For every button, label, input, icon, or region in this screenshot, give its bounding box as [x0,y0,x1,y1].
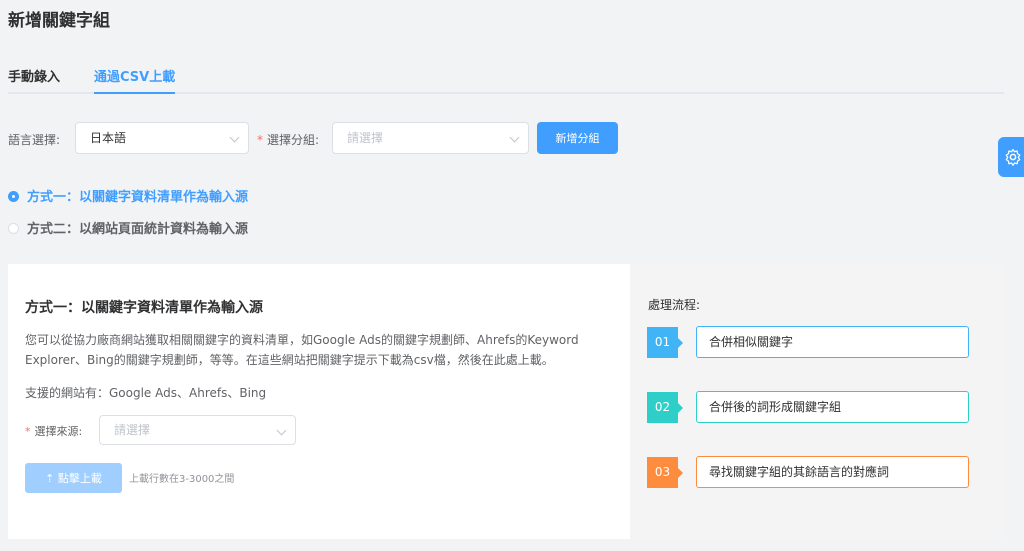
group-select-placeholder: 請選擇 [347,131,384,145]
step-box-2: 合併後的詞形成關鍵字組 [696,391,969,423]
process-title: 處理流程: [648,298,701,312]
radio-unchecked-icon [8,223,19,234]
radio-method-one-label: 方式一：以關鍵字資料清單作為輸入源 [27,190,249,205]
group-label: * 選擇分組: [257,133,320,147]
add-group-button[interactable]: 新增分組 [537,122,618,154]
step-number-1: 01 [647,327,683,358]
source-select[interactable]: 請選擇 [99,415,296,445]
gear-icon [1005,148,1021,166]
language-label: 語言選擇: [8,133,61,147]
language-select[interactable]: 日本語 [75,122,249,154]
tab-manual-entry[interactable]: 手動錄入 [8,66,60,94]
required-asterisk: * [25,425,31,438]
upload-arrow-icon: ⇡ [45,472,55,485]
panel-title: 方式一：以關鍵字資料清單作為輸入源 [25,300,263,316]
source-select-placeholder: 請選擇 [114,423,151,437]
tab-bar: 手動錄入 通過CSV上載 [8,66,1004,94]
step-box-3: 尋找關鍵字組的其餘語言的對應詞 [696,456,969,488]
panel-description: 您可以從協力廠商網站獲取相關關鍵字的資料清單，如Google Ads的關鍵字規劃… [25,333,579,367]
step-box-1: 合併相似關鍵字 [696,326,969,358]
radio-checked-icon [8,191,19,202]
required-asterisk: * [257,133,263,147]
chevron-down-icon [229,132,240,143]
settings-side-button[interactable] [998,137,1024,177]
tab-csv-upload[interactable]: 通過CSV上載 [94,66,176,94]
radio-method-two[interactable]: 方式二：以網站頁面統計資料為輸入源 [8,218,248,237]
upload-hint: 上載行數在3-3000之間 [129,474,235,485]
process-panel: 處理流程: 01 合併相似關鍵字 02 合併後的詞形成關鍵字組 03 尋找關鍵字… [630,264,1004,539]
chevron-down-icon [509,132,520,143]
method-panel: 方式一：以關鍵字資料清單作為輸入源 您可以從協力廠商網站獲取相關關鍵字的資料清單… [8,264,1004,539]
radio-method-two-label: 方式二：以網站頁面統計資料為輸入源 [27,222,249,237]
group-select[interactable]: 請選擇 [332,122,529,154]
supported-sites-text: 支援的網站有：Google Ads、Ahrefs、Bing [25,386,267,400]
step-number-2: 02 [647,392,683,423]
chevron-down-icon [276,425,287,436]
source-label: * 選擇來源: [25,425,83,438]
radio-method-one[interactable]: 方式一：以關鍵字資料清單作為輸入源 [8,186,248,205]
page-title: 新增關鍵字組 [8,11,110,31]
step-number-3: 03 [647,457,683,488]
upload-button[interactable]: ⇡ 點擊上載 [25,463,122,493]
language-select-value: 日本語 [90,131,127,145]
